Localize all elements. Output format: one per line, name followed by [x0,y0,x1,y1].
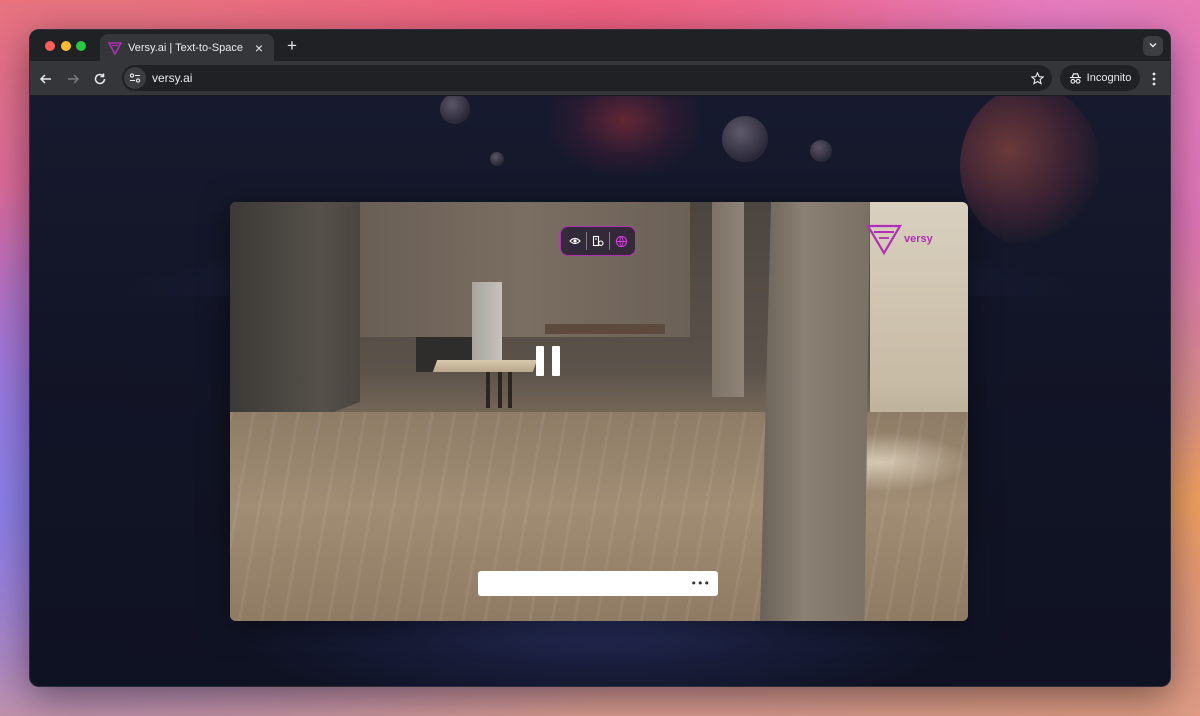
scene-pillar [760,202,870,621]
pause-icon [536,346,544,376]
url-text[interactable]: versy.ai [152,71,1026,85]
page-viewport: versy ••• [30,96,1170,686]
scene-desk-leg [486,372,490,408]
incognito-label: Incognito [1086,72,1132,84]
separator [609,232,611,250]
scene-block [472,282,502,362]
3d-scene-viewer[interactable]: versy ••• [230,202,968,621]
arrow-right-icon [68,74,80,84]
scene-desk [432,360,538,372]
prompt-bar[interactable]: ••• [478,571,718,596]
close-window-button[interactable] [45,41,55,51]
tab-search-button[interactable] [1143,36,1163,56]
scene-platform [545,324,665,334]
close-tab-icon[interactable]: × [252,41,266,55]
tune-icon [129,73,141,83]
planet-background [440,96,470,124]
browser-window: Versy.ai | Text-to-Space × + versy.ai In… [29,29,1171,687]
view-controls [560,226,636,256]
arrow-left-icon [39,74,51,84]
versy-logo-icon [108,41,122,55]
prompt-input[interactable] [486,577,691,590]
minimize-window-button[interactable] [61,41,71,51]
address-bar[interactable]: versy.ai [122,65,1052,91]
tab-strip: Versy.ai | Text-to-Space × + [30,30,1170,61]
three-dots-vertical-icon [1152,72,1156,86]
new-tab-button[interactable]: + [282,36,302,56]
maximize-window-button[interactable] [76,41,86,51]
back-button[interactable] [35,68,57,90]
scene-desk-leg [498,372,502,408]
scene-back-wall [360,202,690,337]
tab-versy[interactable]: Versy.ai | Text-to-Space × [100,34,274,61]
logo-wordmark: versy [904,233,933,245]
pause-button[interactable] [536,346,560,376]
scene-pillar [712,202,744,397]
scene-desk-leg [508,372,512,408]
view-button[interactable] [565,231,585,251]
pause-icon [552,346,560,376]
assets-button[interactable] [588,231,608,251]
incognito-indicator[interactable]: Incognito [1060,65,1140,91]
planet-background [810,140,832,162]
eye-icon [568,237,581,245]
site-info-button[interactable] [124,67,146,89]
planet-background [722,116,768,162]
tab-title: Versy.ai | Text-to-Space [128,41,243,54]
settings-button[interactable] [611,231,631,251]
browser-menu-button[interactable] [1146,70,1162,88]
planet-background [490,152,504,166]
versy-logo-icon [866,224,902,255]
globe-icon [615,235,628,247]
versy-logo: versy [866,222,950,256]
box-tag-icon [592,235,604,247]
incognito-icon [1069,72,1081,84]
reload-button[interactable] [89,68,111,90]
bookmark-button[interactable] [1026,67,1048,89]
more-options-icon[interactable]: ••• [691,577,710,590]
separator [585,232,587,250]
star-icon [1030,71,1044,85]
browser-toolbar: versy.ai Incognito [30,61,1170,96]
forward-button[interactable] [62,68,84,90]
reload-icon [94,73,106,85]
chevron-down-icon [1148,37,1158,55]
nebula-background [550,96,700,176]
